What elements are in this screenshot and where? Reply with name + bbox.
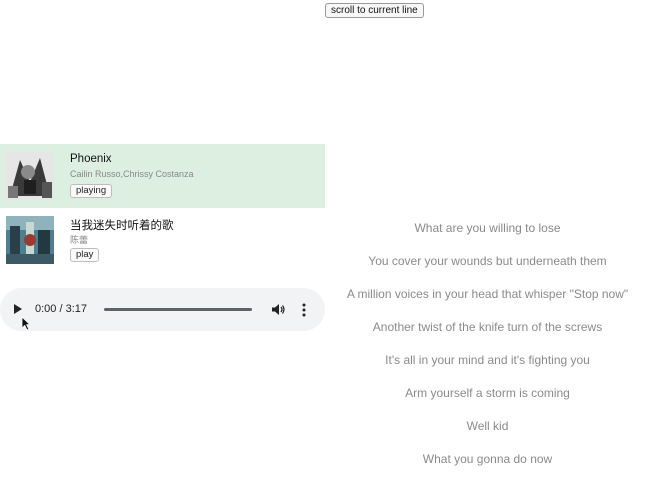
song-title: Phoenix	[70, 153, 112, 165]
album-cover-image	[6, 152, 54, 200]
volume-icon[interactable]	[271, 303, 285, 316]
playlist: Phoenix Cailin Russo,Chrissy Costanza pl…	[0, 144, 325, 272]
play-button[interactable]: play	[70, 248, 100, 262]
playing-button[interactable]: playing	[70, 184, 113, 198]
lyric-line: Another twist of the knife turn of the s…	[372, 320, 603, 334]
lyric-line: Well kid	[466, 419, 509, 433]
progress-slider[interactable]	[104, 308, 252, 311]
album-cover-image	[6, 216, 54, 264]
playlist-item-second-song[interactable]: 当我迷失时听着的歌 陈蕾 play	[0, 208, 325, 272]
lyric-line: What you gonna do now	[422, 452, 553, 466]
time-display: 0:00 / 3:17	[35, 303, 87, 315]
song-artist: Cailin Russo,Chrissy Costanza	[70, 169, 194, 179]
song-title: 当我迷失时听着的歌	[70, 220, 174, 232]
scroll-to-current-line-button[interactable]: scroll to current line	[325, 3, 424, 18]
lyric-line: What are you willing to lose	[414, 221, 561, 235]
more-options-icon[interactable]	[300, 303, 308, 317]
audio-player: 0:00 / 3:17	[0, 288, 325, 331]
play-icon[interactable]	[14, 304, 22, 314]
lyric-line: Arm yourself a storm is coming	[405, 386, 570, 400]
lyric-line: You cover your wounds but underneath the…	[368, 254, 607, 268]
mouse-cursor-icon	[21, 316, 31, 331]
lyric-line: It's all in your mind and it's fighting …	[385, 353, 590, 367]
song-artist: 陈蕾	[70, 235, 89, 245]
lyrics-panel: What are you willing to lose You cover yo…	[325, 215, 650, 484]
lyric-line: A million voices in your head that whisp…	[346, 287, 629, 301]
playlist-item-phoenix[interactable]: Phoenix Cailin Russo,Chrissy Costanza pl…	[0, 144, 325, 208]
